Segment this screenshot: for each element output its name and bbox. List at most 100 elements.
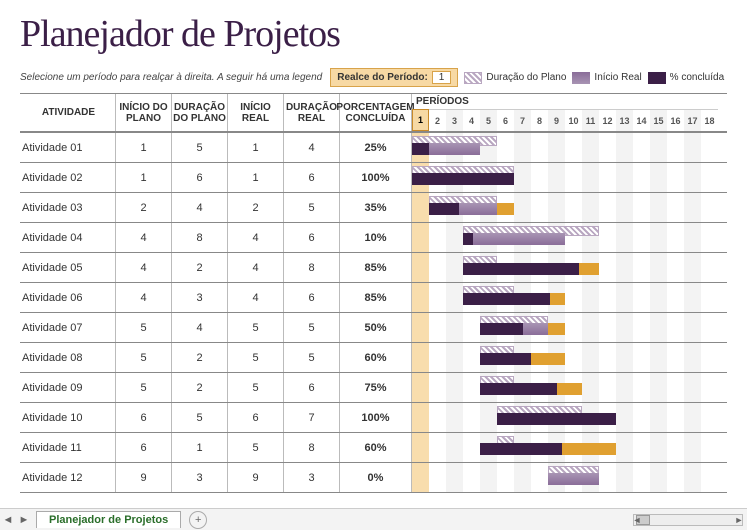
sheet-tab[interactable]: Planejador de Projetos <box>36 511 181 528</box>
real-dur-cell[interactable]: 6 <box>284 283 340 312</box>
activity-name[interactable]: Atividade 04 <box>20 223 116 252</box>
legend-plan-label: Duração do Plano <box>486 72 566 83</box>
plan-dur-cell[interactable]: 2 <box>172 373 228 402</box>
plan-start-cell[interactable]: 5 <box>116 343 172 372</box>
real-start-cell[interactable]: 9 <box>228 463 284 492</box>
gantt-header: PERÍODOS 123456789101112131415161718 <box>412 94 727 131</box>
table-row: Atividade 01151425% <box>20 133 727 163</box>
plan-dur-cell[interactable]: 5 <box>172 133 228 162</box>
pct-bar <box>480 383 557 395</box>
plan-start-cell[interactable]: 6 <box>116 433 172 462</box>
plan-dur-cell[interactable]: 4 <box>172 313 228 342</box>
activity-name[interactable]: Atividade 12 <box>20 463 116 492</box>
real-dur-cell[interactable]: 8 <box>284 253 340 282</box>
activity-name[interactable]: Atividade 10 <box>20 403 116 432</box>
activity-name[interactable]: Atividade 01 <box>20 133 116 162</box>
tab-nav-prev-icon[interactable]: ◄ <box>0 514 16 526</box>
gantt-cell <box>412 433 718 462</box>
col-pct: PORCENTAGEM CONCLUÍDA <box>340 94 412 131</box>
real-dur-cell[interactable]: 7 <box>284 403 340 432</box>
plan-start-cell[interactable]: 6 <box>116 403 172 432</box>
pct-cell[interactable]: 100% <box>340 403 412 432</box>
plan-dur-cell[interactable]: 1 <box>172 433 228 462</box>
activity-name[interactable]: Atividade 07 <box>20 313 116 342</box>
plan-start-cell[interactable]: 4 <box>116 253 172 282</box>
activity-name[interactable]: Atividade 02 <box>20 163 116 192</box>
real-dur-cell[interactable]: 5 <box>284 193 340 222</box>
real-dur-cell[interactable]: 6 <box>284 223 340 252</box>
real-start-cell[interactable]: 4 <box>228 223 284 252</box>
pct-cell[interactable]: 60% <box>340 343 412 372</box>
real-start-cell[interactable]: 5 <box>228 343 284 372</box>
plan-start-cell[interactable]: 1 <box>116 163 172 192</box>
pct-cell[interactable]: 60% <box>340 433 412 462</box>
scroll-left-icon[interactable]: ◄ <box>632 515 642 525</box>
pct-cell[interactable]: 0% <box>340 463 412 492</box>
gantt-cell <box>412 403 718 432</box>
activity-name[interactable]: Atividade 09 <box>20 373 116 402</box>
highlight-value[interactable]: 1 <box>432 71 452 84</box>
activity-name[interactable]: Atividade 08 <box>20 343 116 372</box>
pct-cell[interactable]: 50% <box>340 313 412 342</box>
col-plan-start: INÍCIO DO PLANO <box>116 94 172 131</box>
real-dur-cell[interactable]: 4 <box>284 133 340 162</box>
real-start-cell[interactable]: 2 <box>228 193 284 222</box>
real-dur-cell[interactable]: 6 <box>284 163 340 192</box>
plan-dur-cell[interactable]: 5 <box>172 403 228 432</box>
real-dur-cell[interactable]: 5 <box>284 343 340 372</box>
pct-cell[interactable]: 75% <box>340 373 412 402</box>
plan-dur-cell[interactable]: 3 <box>172 463 228 492</box>
scroll-right-icon[interactable]: ► <box>734 515 744 525</box>
plan-start-cell[interactable]: 5 <box>116 313 172 342</box>
real-start-cell[interactable]: 4 <box>228 253 284 282</box>
real-dur-cell[interactable]: 6 <box>284 373 340 402</box>
real-dur-cell[interactable]: 8 <box>284 433 340 462</box>
pct-cell[interactable]: 85% <box>340 253 412 282</box>
activity-name[interactable]: Atividade 06 <box>20 283 116 312</box>
horizontal-scrollbar[interactable]: ◄ ► <box>633 514 743 526</box>
plan-start-cell[interactable]: 2 <box>116 193 172 222</box>
real-start-cell[interactable]: 4 <box>228 283 284 312</box>
period-16: 16 <box>667 109 684 131</box>
plan-dur-cell[interactable]: 4 <box>172 193 228 222</box>
plan-start-cell[interactable]: 5 <box>116 373 172 402</box>
plan-start-cell[interactable]: 4 <box>116 223 172 252</box>
plan-start-cell[interactable]: 1 <box>116 133 172 162</box>
real-dur-cell[interactable]: 3 <box>284 463 340 492</box>
gantt-cell <box>412 193 718 222</box>
plan-dur-cell[interactable]: 2 <box>172 343 228 372</box>
pct-cell[interactable]: 85% <box>340 283 412 312</box>
period-6: 6 <box>497 109 514 131</box>
real-start-cell[interactable]: 6 <box>228 403 284 432</box>
add-sheet-button[interactable]: + <box>189 511 207 529</box>
real-start-cell[interactable]: 5 <box>228 433 284 462</box>
pct-cell[interactable]: 35% <box>340 193 412 222</box>
pct-cell[interactable]: 25% <box>340 133 412 162</box>
highlight-period-control[interactable]: Realce do Período: 1 <box>330 68 458 87</box>
gantt-cell <box>412 163 718 192</box>
plan-start-cell[interactable]: 9 <box>116 463 172 492</box>
table-row: Atividade 05424885% <box>20 253 727 283</box>
legend-real-label: Início Real <box>594 72 641 83</box>
col-real-dur: DURAÇÃO REAL <box>284 94 340 131</box>
period-14: 14 <box>633 109 650 131</box>
activity-name[interactable]: Atividade 05 <box>20 253 116 282</box>
gantt-cell <box>412 373 718 402</box>
activity-name[interactable]: Atividade 03 <box>20 193 116 222</box>
real-start-cell[interactable]: 1 <box>228 163 284 192</box>
pct-cell[interactable]: 100% <box>340 163 412 192</box>
tab-nav-next-icon[interactable]: ► <box>16 514 32 526</box>
real-start-cell[interactable]: 5 <box>228 313 284 342</box>
table-row: Atividade 04484610% <box>20 223 727 253</box>
plan-dur-cell[interactable]: 8 <box>172 223 228 252</box>
plan-dur-cell[interactable]: 2 <box>172 253 228 282</box>
pct-cell[interactable]: 10% <box>340 223 412 252</box>
plan-start-cell[interactable]: 4 <box>116 283 172 312</box>
real-start-cell[interactable]: 5 <box>228 373 284 402</box>
real-start-cell[interactable]: 1 <box>228 133 284 162</box>
plan-dur-cell[interactable]: 3 <box>172 283 228 312</box>
plan-dur-cell[interactable]: 6 <box>172 163 228 192</box>
table-row: Atividade 03242535% <box>20 193 727 223</box>
activity-name[interactable]: Atividade 11 <box>20 433 116 462</box>
real-dur-cell[interactable]: 5 <box>284 313 340 342</box>
